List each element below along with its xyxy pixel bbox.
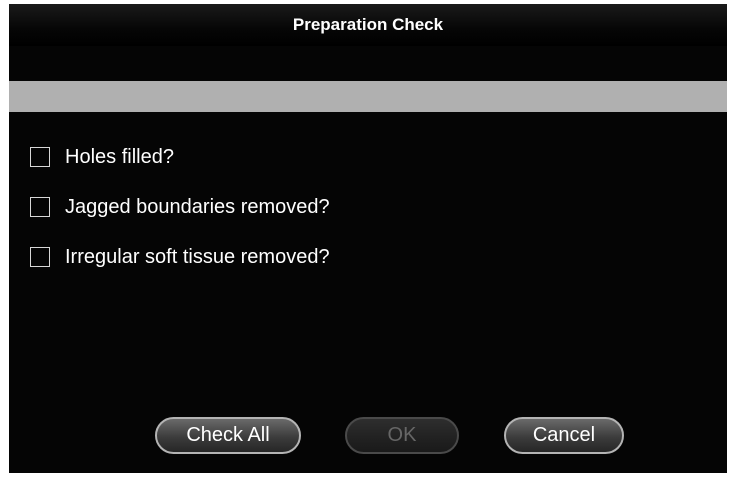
checklist-item-jagged-boundaries[interactable]: Jagged boundaries removed? bbox=[29, 182, 330, 232]
checklist: Holes filled? Jagged boundaries removed?… bbox=[29, 132, 330, 282]
irregular-soft-tissue-checkbox[interactable] bbox=[30, 247, 50, 267]
dialog-title: Preparation Check bbox=[9, 4, 727, 46]
checklist-item-holes-filled[interactable]: Holes filled? bbox=[29, 132, 330, 182]
cancel-button[interactable]: Cancel bbox=[504, 417, 624, 454]
preparation-check-dialog: Preparation Check Holes filled? Jagged b… bbox=[9, 4, 727, 473]
holes-filled-checkbox[interactable] bbox=[30, 147, 50, 167]
checklist-item-label: Irregular soft tissue removed? bbox=[65, 245, 330, 268]
checklist-item-label: Jagged boundaries removed? bbox=[65, 195, 330, 218]
checklist-item-irregular-soft-tissue[interactable]: Irregular soft tissue removed? bbox=[29, 232, 330, 282]
progress-strip bbox=[9, 81, 727, 112]
check-all-button[interactable]: Check All bbox=[155, 417, 301, 454]
jagged-boundaries-checkbox[interactable] bbox=[30, 197, 50, 217]
ok-button[interactable]: OK bbox=[345, 417, 459, 454]
checklist-item-label: Holes filled? bbox=[65, 145, 174, 168]
